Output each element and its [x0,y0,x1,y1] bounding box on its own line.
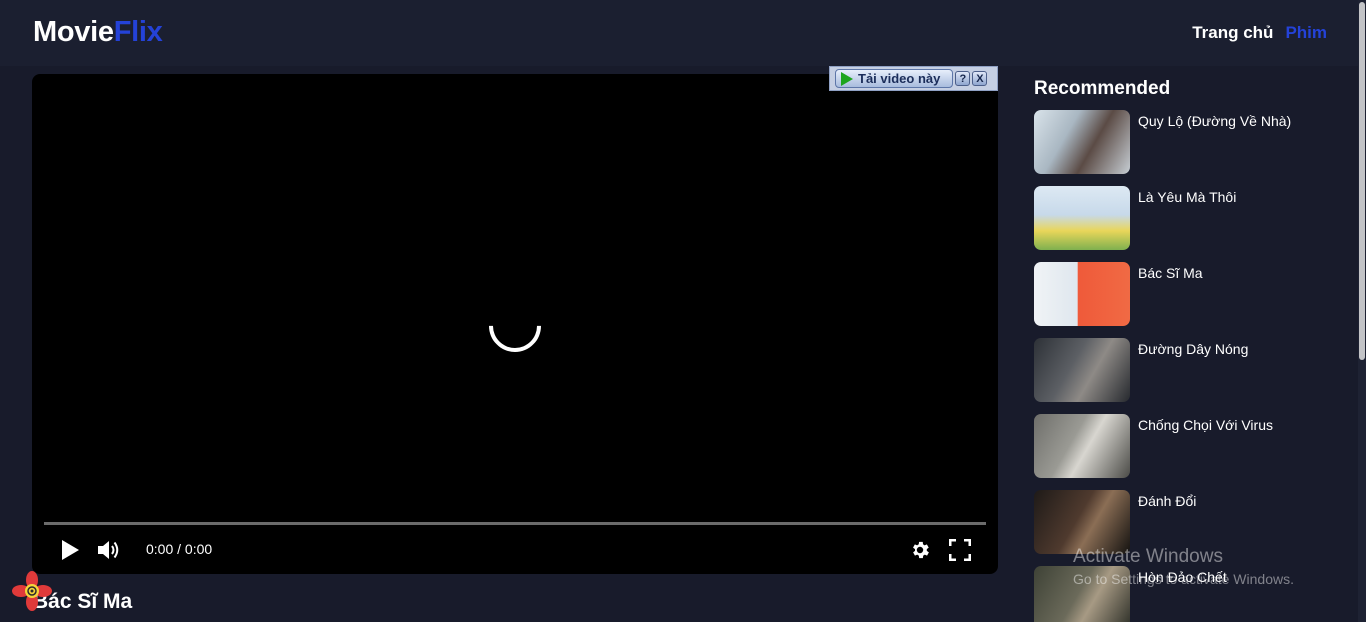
page-scrollbar[interactable] [1358,0,1366,622]
fullscreen-button[interactable] [948,538,972,562]
watermark-subtitle: Go to Settings to activate Windows. [1073,571,1294,587]
movie-thumbnail[interactable] [1034,186,1130,250]
help-button[interactable]: ? [955,71,971,86]
logo-text-movie: Movie [33,16,114,48]
movie-thumbnail[interactable] [1034,414,1130,478]
recommended-item-title[interactable]: Bác Sĩ Ma [1138,265,1203,281]
scrollbar-thumb[interactable] [1359,2,1365,360]
video-progress-bar[interactable] [44,522,986,525]
nav-link-movies[interactable]: Phim [1285,23,1327,43]
recommended-item[interactable]: Chống Chọi Với Virus [1034,414,1344,490]
movie-thumbnail[interactable] [1034,262,1130,326]
recommended-item-title[interactable]: Quy Lộ (Đường Về Nhà) [1138,113,1291,129]
download-video-bar: Tải video này ? X [829,66,998,91]
flower-logo-icon [12,571,52,611]
loading-spinner-icon [478,289,552,363]
fullscreen-icon [949,539,971,561]
site-header: MovieFlix Trang chủ Phim [0,0,1358,66]
recommended-item[interactable]: Quy Lộ (Đường Về Nhà) [1034,110,1344,186]
close-button[interactable]: X [972,71,988,86]
site-logo[interactable]: MovieFlix [33,16,163,49]
movie-thumbnail[interactable] [1034,110,1130,174]
recommended-item-title[interactable]: Đường Dây Nóng [1138,341,1248,357]
download-video-label: Tải video này [858,71,941,86]
nav-link-home[interactable]: Trang chủ [1192,23,1273,43]
time-display: 0:00 / 0:00 [146,541,213,557]
recommended-item[interactable]: Bác Sĩ Ma [1034,262,1344,338]
volume-button[interactable] [96,538,124,562]
movie-thumbnail[interactable] [1034,338,1130,402]
play-button[interactable] [58,538,82,562]
play-arrow-icon [841,71,853,86]
logo-text-flix: Flix [113,16,163,48]
video-player[interactable]: 0:00 / 0:00 [32,74,998,574]
recommended-heading: Recommended [1034,78,1171,99]
volume-icon [98,541,119,559]
gear-icon [913,541,929,559]
recommended-item-title[interactable]: Là Yêu Mà Thôi [1138,189,1236,205]
recommended-item-title[interactable]: Chống Chọi Với Virus [1138,417,1273,433]
settings-button[interactable] [908,538,932,562]
main-nav: Trang chủ Phim [1192,23,1327,43]
movie-thumbnail[interactable] [1034,490,1130,554]
activate-windows-watermark: Activate Windows Go to Settings to activ… [1073,546,1294,587]
download-video-button[interactable]: Tải video này [835,69,954,88]
recommended-item[interactable]: Là Yêu Mà Thôi [1034,186,1344,262]
watermark-title: Activate Windows [1073,546,1223,567]
recommended-item[interactable]: Đường Dây Nóng [1034,338,1344,414]
recommended-item-title[interactable]: Đánh Đổi [1138,493,1196,509]
play-icon [62,540,79,560]
